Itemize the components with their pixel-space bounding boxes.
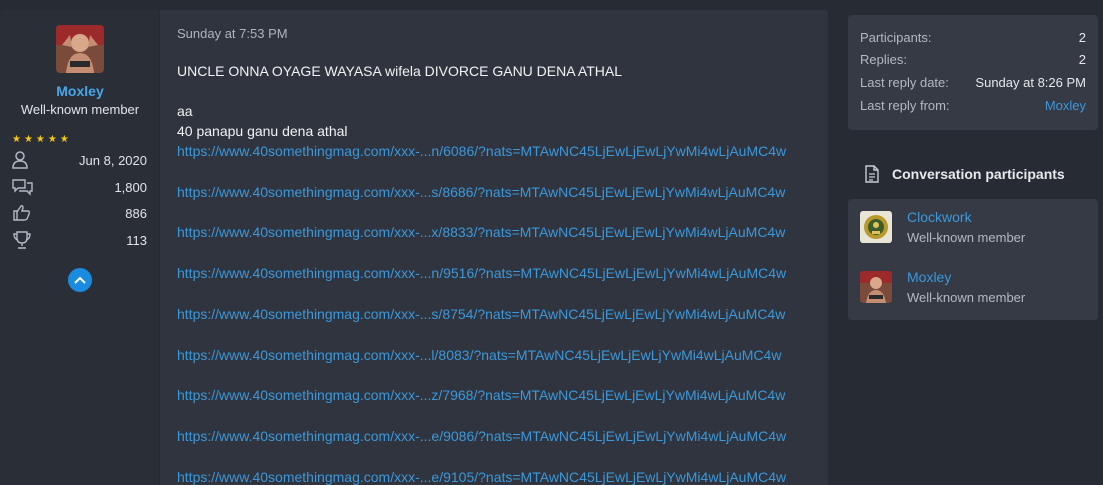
message-link[interactable]: https://www.40somethingmag.com/xxx-...n/… <box>177 265 786 281</box>
author-username[interactable]: Moxley <box>0 83 160 99</box>
stat-points-value: 113 <box>126 233 147 248</box>
meta-value: Sunday at 8:26 PM <box>975 75 1086 90</box>
meta-value: 2 <box>1078 30 1086 45</box>
message-line: aa <box>177 103 193 119</box>
message-link[interactable]: https://www.40somethingmag.com/xxx-...n/… <box>177 143 786 159</box>
messages-icon <box>12 179 33 196</box>
scroll-up-button[interactable] <box>68 268 92 292</box>
participant-title: Well-known member <box>907 290 1026 305</box>
message-link[interactable]: https://www.40somethingmag.com/xxx-...e/… <box>177 428 786 444</box>
message-link[interactable]: https://www.40somethingmag.com/xxx-...l/… <box>177 347 781 363</box>
participant-item[interactable]: Moxley Well-known member <box>860 264 1086 306</box>
thumbs-up-icon <box>13 205 31 221</box>
stat-messages-value: 1,800 <box>114 180 147 195</box>
meta-value: 2 <box>1078 52 1086 67</box>
meta-label: Last reply date: <box>860 75 949 90</box>
message-line <box>177 81 622 101</box>
meta-participants: Participants: 2 <box>860 30 1086 48</box>
author-avatar[interactable] <box>56 25 104 73</box>
meta-last-reply-date: Last reply date: Sunday at 8:26 PM <box>860 75 1086 93</box>
meta-replies: Replies: 2 <box>860 52 1086 70</box>
rating-stars: ★★★★★ <box>12 134 72 145</box>
participant-avatar[interactable] <box>860 271 892 303</box>
meta-label: Replies: <box>860 52 907 67</box>
message-link[interactable]: https://www.40somethingmag.com/xxx-...e/… <box>177 469 786 485</box>
participant-item[interactable]: Clockwork Well-known member <box>860 204 1086 246</box>
participants-title: Conversation participants <box>892 166 1065 182</box>
chevron-up-icon <box>74 276 86 284</box>
message-user-column: Moxley Well-known member ★★★★★ Jun 8, 20… <box>0 10 160 485</box>
participant-name[interactable]: Clockwork <box>907 209 972 225</box>
participant-name[interactable]: Moxley <box>907 269 951 285</box>
meta-label: Participants: <box>860 30 932 45</box>
stat-reactions-value: 886 <box>125 206 147 221</box>
participants-heading: Conversation participants <box>862 164 1092 184</box>
last-reply-user-link[interactable]: Moxley <box>1045 98 1086 113</box>
message-body: UNCLE ONNA OYAGE WAYASA wifela DIVORCE G… <box>177 61 622 141</box>
participant-avatar[interactable] <box>860 211 892 243</box>
trophy-icon <box>13 231 31 249</box>
stat-messages: 1,800 <box>12 177 148 197</box>
message-post: Moxley Well-known member ★★★★★ Jun 8, 20… <box>0 10 828 485</box>
stat-points: 113 <box>12 230 148 250</box>
message-line: UNCLE ONNA OYAGE WAYASA wifela DIVORCE G… <box>177 63 622 79</box>
meta-last-reply-from: Last reply from: Moxley <box>860 98 1086 116</box>
stat-reactions: 886 <box>12 203 148 223</box>
document-icon <box>865 165 879 183</box>
meta-label: Last reply from: <box>860 98 950 113</box>
message-link[interactable]: https://www.40somethingmag.com/xxx-...x/… <box>177 224 785 240</box>
user-icon <box>12 151 28 169</box>
post-date[interactable]: Sunday at 7:53 PM <box>177 26 288 41</box>
participants-panel: Clockwork Well-known member Moxley Well-… <box>848 199 1098 320</box>
participant-title: Well-known member <box>907 230 1026 245</box>
message-link[interactable]: https://www.40somethingmag.com/xxx-...z/… <box>177 387 785 403</box>
stat-joined-value: Jun 8, 2020 <box>79 153 147 168</box>
message-line: 40 panapu ganu dena athal <box>177 123 348 139</box>
stat-joined: Jun 8, 2020 <box>12 150 148 170</box>
conversation-info-panel: Participants: 2 Replies: 2 Last reply da… <box>848 15 1098 130</box>
message-link[interactable]: https://www.40somethingmag.com/xxx-...s/… <box>177 306 785 322</box>
author-user-title: Well-known member <box>20 102 140 117</box>
message-link[interactable]: https://www.40somethingmag.com/xxx-...s/… <box>177 184 785 200</box>
